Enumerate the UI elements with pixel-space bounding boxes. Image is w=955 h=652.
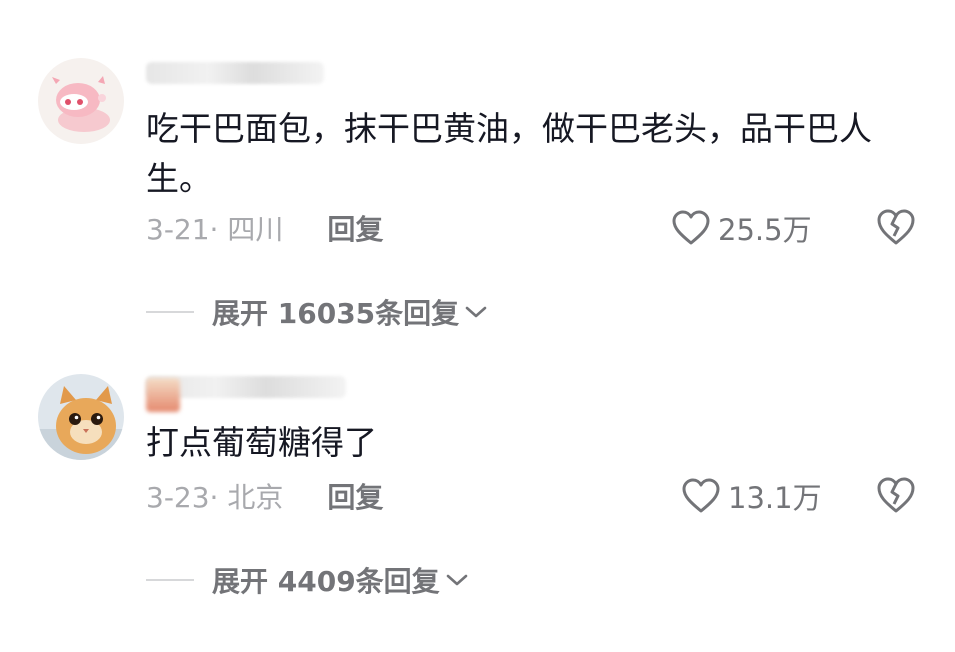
chevron-down-icon xyxy=(465,306,487,318)
comment-text: 打点葡萄糖得了 xyxy=(146,423,377,462)
avatar[interactable] xyxy=(38,58,124,144)
heart-outline-icon xyxy=(672,210,710,245)
reply-button[interactable]: 回复 xyxy=(327,208,383,248)
like-count: 13.1万 xyxy=(728,481,822,515)
expand-replies-label: 展开 4409条回复 xyxy=(212,565,440,598)
avatar[interactable] xyxy=(38,374,124,460)
divider xyxy=(146,311,194,313)
comment-meta: 3-21· 四川 回复 xyxy=(146,208,383,248)
reply-button[interactable]: 回复 xyxy=(327,476,383,516)
avatar-cat-photo-icon xyxy=(38,374,124,460)
comment-meta: 3-23· 北京 回复 xyxy=(146,476,383,516)
user-badge-blurred xyxy=(146,378,180,412)
date-location: 3-21· 四川 xyxy=(146,213,284,246)
avatar-cartoon-icon xyxy=(38,58,124,144)
date-location: 3-23· 北京 xyxy=(146,481,284,514)
expand-replies-button[interactable]: 展开 16035条回复 xyxy=(146,292,487,332)
expand-replies-label: 展开 16035条回复 xyxy=(212,297,460,330)
like-button[interactable]: 13.1万 xyxy=(682,476,822,516)
broken-heart-icon xyxy=(877,477,915,513)
dislike-button[interactable] xyxy=(876,476,916,516)
like-button[interactable]: 25.5万 xyxy=(672,208,812,248)
divider xyxy=(146,579,194,581)
comment-text: 吃干巴面包，抹干巴黄油，做干巴老头，品干巴人生。 xyxy=(146,109,872,198)
heart-outline-icon xyxy=(682,478,720,513)
expand-replies-button[interactable]: 展开 4409条回复 xyxy=(146,560,468,600)
chevron-down-icon xyxy=(446,574,467,586)
like-count: 25.5万 xyxy=(718,213,812,247)
broken-heart-icon xyxy=(877,209,915,245)
dislike-button[interactable] xyxy=(876,208,916,248)
username-blurred[interactable] xyxy=(146,62,324,84)
